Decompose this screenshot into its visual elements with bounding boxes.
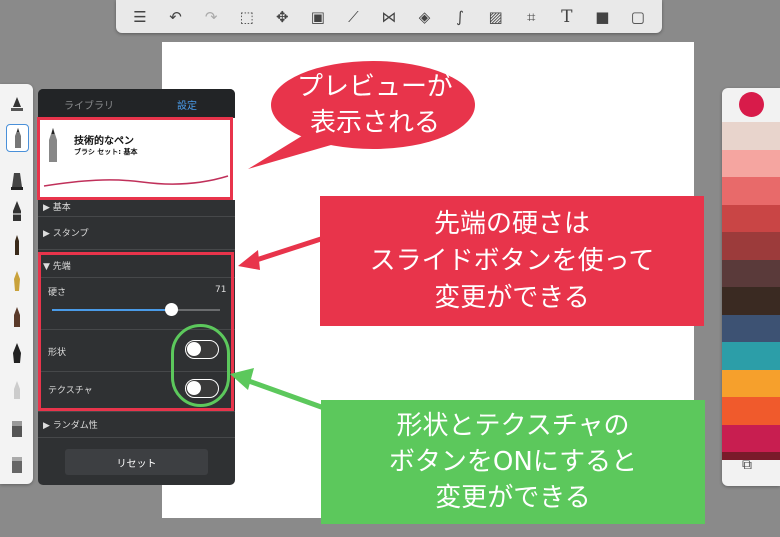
- image-icon[interactable]: ▨: [484, 6, 508, 28]
- section-basic-label: 基本: [52, 203, 71, 213]
- preview-callout-line2: 表示される: [309, 108, 440, 138]
- color-swatch[interactable]: [722, 369, 780, 397]
- section-random[interactable]: ▶ ランダム性: [43, 418, 235, 431]
- color-swatch[interactable]: [722, 342, 780, 370]
- color-swatch[interactable]: [722, 177, 780, 205]
- brush-flat-icon[interactable]: [6, 92, 27, 118]
- tip-callout-line2: スライドボタンを使って: [369, 246, 655, 276]
- brush-fountain-pen-icon[interactable]: [6, 268, 27, 294]
- curve-icon[interactable]: ∫: [448, 6, 472, 28]
- select-icon[interactable]: ⬚: [235, 6, 259, 28]
- list-icon[interactable]: ☰: [128, 6, 152, 28]
- top-toolbar: ☰ ↶ ↷ ⬚ ✥ ▣ ⟋ ⋈ ◈ ∫ ▨ ⌗ T ■ ▢: [116, 0, 662, 33]
- tip-callout-text: 先端の硬さは スライドボタンを使って 変更ができる: [320, 206, 704, 317]
- toggle-callout-arrow: [230, 368, 325, 411]
- fullscreen-icon[interactable]: ▢: [626, 6, 650, 28]
- color-swatch[interactable]: [722, 204, 780, 232]
- section-stamp[interactable]: ▶ スタンプ: [43, 226, 235, 239]
- video-icon[interactable]: ■: [590, 6, 614, 28]
- current-color-swatch[interactable]: [739, 92, 764, 117]
- brush-airbrush-icon[interactable]: [6, 198, 27, 224]
- section-basic[interactable]: ▶ 基本: [43, 200, 235, 213]
- tip-callout-arrow: [238, 235, 325, 270]
- section-stamp-label: スタンプ: [52, 229, 89, 239]
- color-swatch[interactable]: [722, 287, 780, 315]
- divider: [38, 249, 235, 250]
- color-swatch[interactable]: [722, 232, 780, 260]
- divider: [38, 437, 235, 438]
- tab-library[interactable]: ライブラリ: [64, 97, 114, 112]
- section-random-label: ランダム性: [52, 421, 98, 431]
- toggle-callout-line3: 変更ができる: [435, 483, 591, 513]
- brush-blender-icon[interactable]: [6, 450, 27, 476]
- undo-icon[interactable]: ↶: [164, 6, 188, 28]
- color-swatch[interactable]: [722, 149, 780, 177]
- brush-pencil-icon[interactable]: [6, 232, 27, 258]
- divider: [38, 216, 235, 217]
- tip-callout-line3: 変更ができる: [434, 283, 590, 313]
- brush-ink-pen-icon[interactable]: [6, 304, 27, 330]
- brush-smudge-icon[interactable]: [6, 376, 27, 402]
- color-swatch[interactable]: [722, 314, 780, 342]
- color-swatch[interactable]: [722, 259, 780, 287]
- preview-highlight: [37, 117, 233, 200]
- color-swatch[interactable]: [722, 424, 780, 452]
- text-icon[interactable]: T: [555, 6, 579, 28]
- symmetry-icon[interactable]: ⋈: [377, 6, 401, 28]
- ruler-icon[interactable]: ⟋: [341, 6, 365, 28]
- panel-tabs: ライブラリ 設定: [38, 89, 235, 117]
- preview-callout-text: プレビューが 表示される: [275, 69, 475, 141]
- color-swatch[interactable]: [722, 122, 780, 150]
- preview-callout-line1: プレビューが: [296, 72, 453, 102]
- redo-icon[interactable]: ↷: [199, 6, 223, 28]
- toggle-callout-text: 形状とテクスチャの ボタンをONにすると 変更ができる: [321, 408, 705, 516]
- transform-icon[interactable]: ✥: [270, 6, 294, 28]
- brush-strip: [0, 84, 33, 484]
- toggle-highlight: [171, 324, 230, 407]
- color-strip: ⧉: [722, 88, 780, 486]
- reset-button[interactable]: リセット: [65, 449, 208, 475]
- shapes-icon[interactable]: ◈: [413, 6, 437, 28]
- tab-settings[interactable]: 設定: [177, 97, 197, 112]
- toggle-callout-line2: ボタンをONにすると: [388, 447, 638, 477]
- perspective-icon[interactable]: ⌗: [519, 6, 543, 28]
- brush-technical-pen-icon[interactable]: [6, 124, 29, 152]
- tip-callout-line1: 先端の硬さは: [433, 209, 590, 239]
- brush-calligraphy-icon[interactable]: [6, 340, 27, 366]
- divider: [38, 411, 235, 412]
- brush-eraser-icon[interactable]: [6, 414, 27, 440]
- color-swatch[interactable]: [722, 397, 780, 425]
- layers-icon[interactable]: ▣: [306, 6, 330, 28]
- toggle-callout-line1: 形状とテクスチャの: [396, 411, 630, 441]
- brush-marker-icon[interactable]: [6, 166, 27, 192]
- layers-stack-icon[interactable]: ⧉: [742, 457, 752, 473]
